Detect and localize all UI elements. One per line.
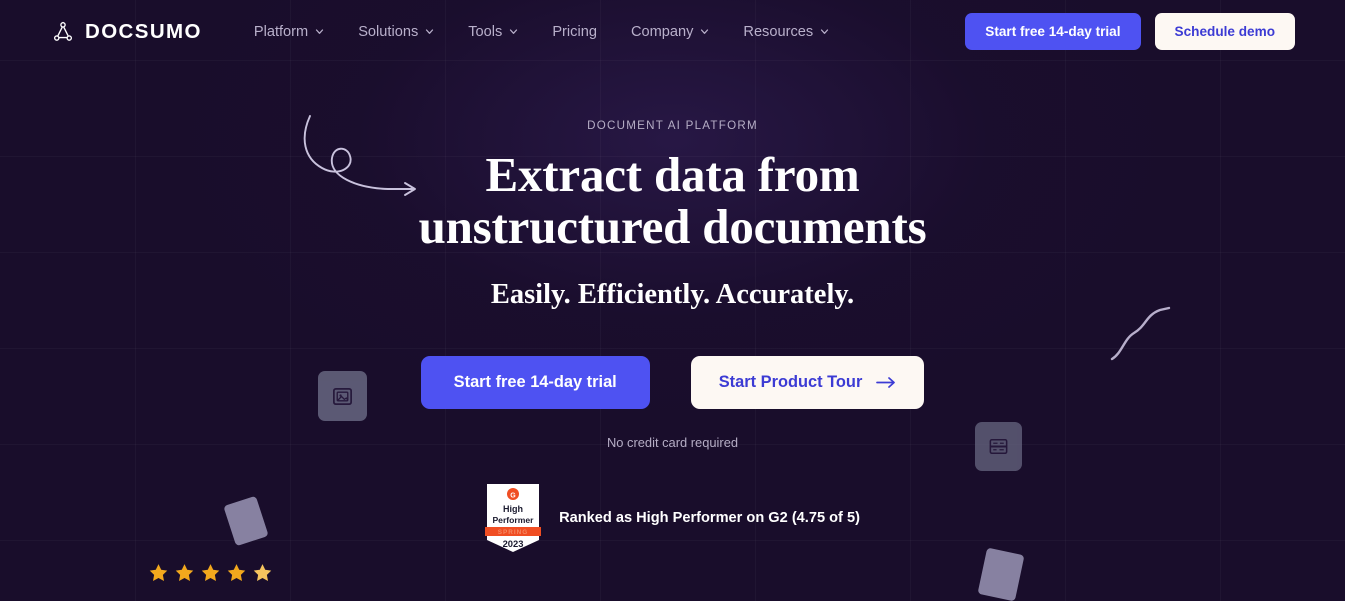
nav-item-platform[interactable]: Platform <box>254 24 324 40</box>
star-icon <box>175 564 194 582</box>
hero-section: DOCUMENT AI PLATFORM Extract data from u… <box>0 63 1345 583</box>
header-schedule-demo-button[interactable]: Schedule demo <box>1154 13 1295 50</box>
nav-label: Platform <box>253 23 309 40</box>
brand-logo[interactable]: DOCSUMO <box>52 20 202 44</box>
svg-text:2023: 2023 <box>503 538 524 549</box>
chevron-down-icon <box>701 29 709 34</box>
header-actions: Start free 14-day trial Schedule demo <box>965 13 1295 50</box>
nav-label: Pricing <box>552 23 597 40</box>
chevron-down-icon <box>426 29 434 34</box>
nav-label: Solutions <box>358 23 419 40</box>
nav-label: Company <box>630 23 694 40</box>
headline-line-2: unstructured documents <box>418 198 927 254</box>
svg-text:Performer: Performer <box>493 515 535 525</box>
hero-product-tour-button[interactable]: Start Product Tour <box>690 356 925 410</box>
arrow-right-icon <box>876 377 896 389</box>
nav-label: Tools <box>468 23 503 40</box>
hero-product-tour-label: Start Product Tour <box>718 373 863 392</box>
nav-item-solutions[interactable]: Solutions <box>358 24 434 40</box>
hero-cta-row: Start free 14-day trial Start Product To… <box>0 356 1345 410</box>
nav-item-company[interactable]: Company <box>631 24 709 40</box>
svg-text:SPRING: SPRING <box>498 529 529 536</box>
hero-subheadline: Easily. Efficiently. Accurately. <box>490 279 855 311</box>
g2-text-column: Ranked as High Performer on G2 (4.75 of … <box>559 510 860 526</box>
g2-ranking-text: Ranked as High Performer on G2 (4.75 of … <box>559 510 860 527</box>
g2-high-performer-badge-icon: G High Performer SPRING 2023 <box>485 484 542 553</box>
page-title: Extract data from unstructured documents <box>0 149 1345 252</box>
star-icon <box>149 564 168 582</box>
g2-star-rating <box>148 562 1345 583</box>
nav-item-pricing[interactable]: Pricing <box>552 24 597 40</box>
page-root: DOCSUMO Platform Solutions Tools Pricing… <box>0 0 1345 601</box>
nav-label: Resources <box>743 23 814 40</box>
chevron-down-icon <box>821 29 829 34</box>
star-icon-partial <box>253 564 272 582</box>
g2-rating-row: G High Performer SPRING 2023 Ranked as H… <box>0 482 1345 554</box>
star-icon <box>201 564 220 582</box>
site-header: DOCSUMO Platform Solutions Tools Pricing… <box>0 0 1345 63</box>
svg-text:High: High <box>503 504 523 514</box>
svg-text:G: G <box>510 493 516 500</box>
main-nav: Platform Solutions Tools Pricing Company… <box>254 24 829 40</box>
headline-line-1: Extract data from <box>485 147 860 202</box>
no-credit-card-note: No credit card required <box>606 435 739 451</box>
nav-item-resources[interactable]: Resources <box>743 24 829 40</box>
nav-item-tools[interactable]: Tools <box>468 24 518 40</box>
node-graph-icon <box>53 21 73 41</box>
brand-name: DOCSUMO <box>85 19 202 43</box>
chevron-down-icon <box>316 29 324 34</box>
star-icon <box>227 564 246 582</box>
header-start-trial-button[interactable]: Start free 14-day trial <box>965 13 1141 50</box>
hero-start-trial-button[interactable]: Start free 14-day trial <box>420 356 650 410</box>
chevron-down-icon <box>510 29 518 34</box>
hero-eyebrow: DOCUMENT AI PLATFORM <box>587 119 758 132</box>
